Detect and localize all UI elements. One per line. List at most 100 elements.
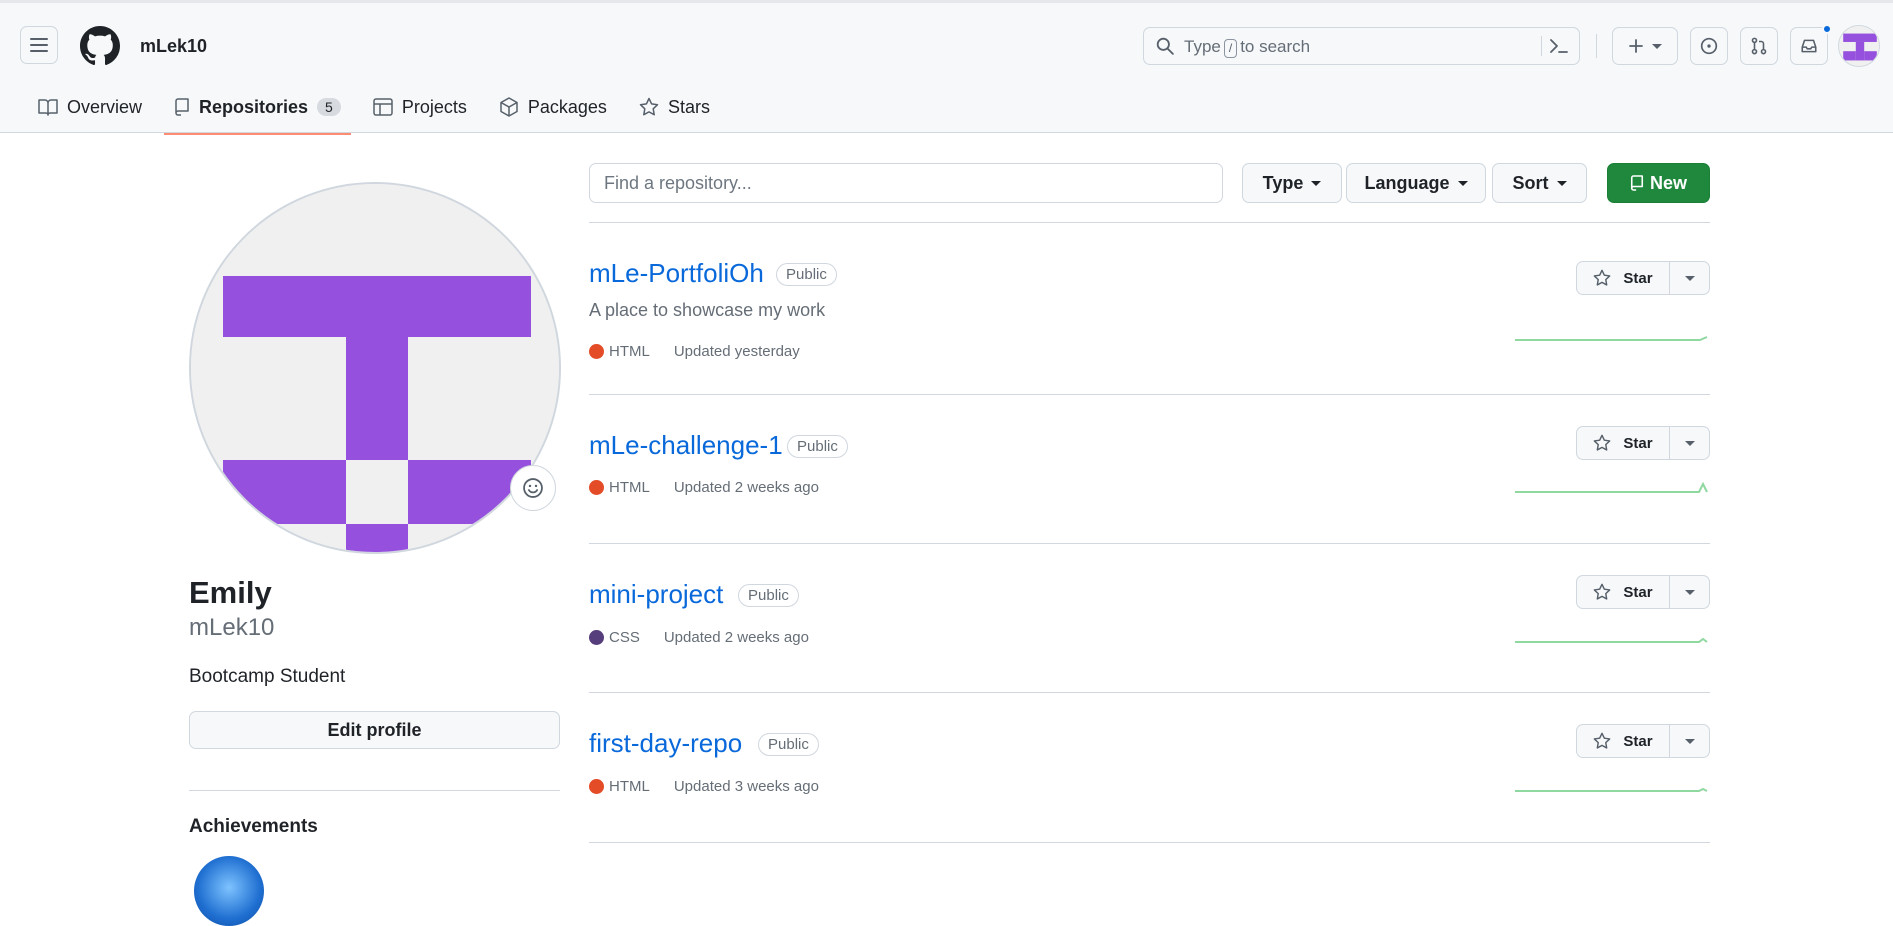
new-repository-button[interactable]: New — [1607, 163, 1710, 203]
tab-overview[interactable]: Overview — [28, 89, 152, 125]
star-icon — [1594, 732, 1611, 749]
repo-language: HTML — [609, 778, 650, 795]
tab-stars[interactable]: Stars — [629, 89, 720, 125]
identicon-avatar-icon — [1839, 26, 1879, 66]
github-logo-icon[interactable] — [80, 26, 120, 66]
repo-meta: HTML Updated yesterday — [589, 343, 800, 360]
star-button-group: Star — [1576, 261, 1710, 295]
chevron-down-icon — [1684, 589, 1695, 595]
global-search-input[interactable]: Type / to search — [1143, 27, 1580, 65]
type-filter-button[interactable]: Type — [1242, 163, 1342, 203]
global-header: mLek10 Type / to search Overview Repositor… — [0, 0, 1893, 135]
hamburger-icon — [30, 38, 48, 52]
repo-list-item: mLe-challenge-1 Public HTML Updated 2 we… — [589, 395, 1710, 544]
star-icon — [1594, 434, 1611, 451]
repo-meta: CSS Updated 2 weeks ago — [589, 629, 809, 646]
repo-updated: Updated 3 weeks ago — [673, 778, 819, 795]
repo-updated: Updated yesterday — [673, 343, 800, 360]
find-repository-input[interactable] — [589, 163, 1223, 203]
tab-packages[interactable]: Packages — [489, 89, 617, 125]
profile-tab-nav: Overview Repositories 5 Projects Package… — [28, 89, 732, 135]
star-button[interactable]: Star — [1577, 725, 1670, 757]
language-color-dot — [589, 630, 604, 645]
repo-icon — [175, 98, 189, 116]
language-filter-button[interactable]: Language — [1346, 163, 1486, 203]
star-list-dropdown[interactable] — [1670, 576, 1709, 608]
identicon-large-icon — [191, 184, 559, 552]
visibility-badge: Public — [758, 733, 819, 756]
issues-button[interactable] — [1690, 27, 1728, 65]
star-button[interactable]: Star — [1577, 262, 1670, 294]
chevron-down-icon — [1311, 180, 1322, 186]
visibility-badge: Public — [787, 435, 848, 458]
tab-projects[interactable]: Projects — [363, 89, 477, 125]
star-button-group: Star — [1576, 426, 1710, 460]
activity-sparkline — [1515, 481, 1708, 493]
header-username[interactable]: mLek10 — [140, 36, 207, 57]
hamburger-menu-button[interactable] — [20, 26, 58, 64]
activity-sparkline — [1515, 336, 1708, 341]
chevron-down-icon — [1684, 275, 1695, 281]
star-list-dropdown[interactable] — [1670, 262, 1709, 294]
repo-language: HTML — [609, 479, 650, 496]
star-list-dropdown[interactable] — [1670, 725, 1709, 757]
search-shortcut-key: / — [1223, 39, 1238, 58]
activity-sparkline — [1515, 787, 1708, 792]
search-icon — [1156, 37, 1174, 55]
star-list-dropdown[interactable] — [1670, 427, 1709, 459]
repo-name-link[interactable]: mini-project — [589, 579, 723, 610]
repo-icon — [1630, 175, 1644, 191]
command-palette-icon[interactable] — [1549, 37, 1569, 55]
inbox-icon — [1801, 39, 1817, 53]
activity-sparkline — [1515, 637, 1708, 643]
star-button-group: Star — [1576, 724, 1710, 758]
chevron-down-icon — [1556, 180, 1567, 186]
profile-login: mLek10 — [189, 614, 275, 641]
issue-opened-icon — [1700, 37, 1718, 55]
repo-description: A place to showcase my work — [589, 300, 826, 320]
achievements-heading[interactable]: Achievements — [189, 816, 318, 838]
star-icon — [1594, 269, 1611, 286]
set-status-button[interactable] — [510, 465, 556, 511]
repo-name-link[interactable]: mLe-PortfoliOh — [589, 258, 764, 289]
repo-list-item: mLe-PortfoliOh Public A place to showcas… — [589, 223, 1710, 395]
star-icon — [1594, 583, 1611, 600]
language-color-dot — [589, 779, 604, 794]
tab-repositories[interactable]: Repositories 5 — [164, 89, 351, 135]
repo-language: HTML — [609, 343, 650, 360]
repo-updated: Updated 2 weeks ago — [663, 629, 809, 646]
user-avatar-menu[interactable] — [1838, 25, 1880, 67]
chevron-down-icon — [1652, 43, 1662, 49]
create-new-button[interactable] — [1612, 27, 1678, 65]
pull-requests-button[interactable] — [1740, 27, 1778, 65]
repo-meta: HTML Updated 2 weeks ago — [589, 479, 819, 496]
visibility-badge: Public — [738, 584, 799, 607]
star-icon — [639, 97, 659, 116]
book-icon — [38, 99, 58, 116]
sort-filter-button[interactable]: Sort — [1492, 163, 1587, 203]
profile-avatar[interactable] — [189, 182, 561, 554]
inbox-button[interactable] — [1790, 27, 1828, 65]
package-icon — [500, 97, 518, 117]
chevron-down-icon — [1684, 440, 1695, 446]
repo-list-item: mini-project Public CSS Updated 2 weeks … — [589, 544, 1710, 693]
repo-language: CSS — [609, 629, 640, 646]
repo-name-link[interactable]: first-day-repo — [589, 728, 742, 759]
star-button-group: Star — [1576, 575, 1710, 609]
profile-divider — [189, 790, 560, 791]
visibility-badge: Public — [776, 263, 837, 286]
repositories-count-badge: 5 — [317, 98, 341, 116]
header-separator — [1596, 34, 1597, 58]
repo-updated: Updated 2 weeks ago — [673, 479, 819, 496]
repo-name-link[interactable]: mLe-challenge-1 — [589, 430, 783, 461]
star-button[interactable]: Star — [1577, 427, 1670, 459]
pull-request-icon — [1751, 37, 1767, 55]
edit-profile-button[interactable]: Edit profile — [189, 711, 560, 749]
profile-full-name: Emily — [189, 575, 272, 610]
achievement-badge-icon[interactable] — [194, 856, 264, 926]
chevron-down-icon — [1457, 180, 1468, 186]
language-color-dot — [589, 480, 604, 495]
chevron-down-icon — [1684, 738, 1695, 744]
smiley-icon — [523, 478, 543, 498]
star-button[interactable]: Star — [1577, 576, 1670, 608]
